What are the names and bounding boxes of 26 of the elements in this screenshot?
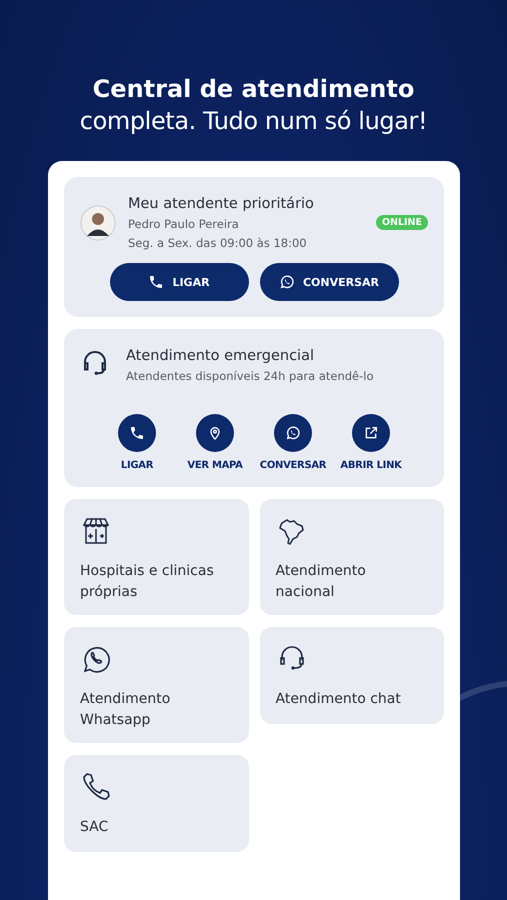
phone-icon bbox=[129, 425, 145, 441]
whatsapp-icon bbox=[278, 274, 295, 290]
action-button[interactable]: CONVERSAR bbox=[257, 414, 329, 471]
service-tile[interactable]: Hospitais e clinicas próprias bbox=[64, 499, 248, 615]
service-tile[interactable]: SAC bbox=[64, 755, 248, 852]
action-button[interactable]: LIGAR bbox=[101, 414, 173, 471]
headline-title: Central de atendimento bbox=[92, 74, 416, 105]
call-button[interactable]: LIGAR bbox=[110, 263, 248, 301]
service-tile[interactable]: Atendimento nacional bbox=[260, 499, 444, 615]
card-subtitle: Atendentes disponíveis 24h para atendê-lo bbox=[126, 368, 374, 385]
service-tile[interactable]: Atendimento Whatsapp bbox=[64, 627, 248, 743]
card-title: Atendimento emergencial bbox=[126, 347, 315, 366]
external-link-icon bbox=[363, 425, 379, 441]
phone-icon bbox=[80, 771, 112, 803]
avatar bbox=[80, 205, 116, 241]
attendant-name: Pedro Paulo Pereira bbox=[128, 216, 240, 233]
whatsapp-icon bbox=[285, 425, 301, 441]
status-badge: ONLINE bbox=[376, 215, 428, 230]
chat-button[interactable]: CONVERSAR bbox=[260, 263, 398, 301]
phone-icon bbox=[148, 274, 164, 290]
card-title: Meu atendente prioritário bbox=[128, 195, 315, 214]
service-tile[interactable]: Atendimento chat bbox=[260, 627, 444, 724]
action-button[interactable]: ABRIR LINK bbox=[335, 414, 407, 471]
action-button[interactable]: VER MAPA bbox=[179, 414, 251, 471]
headline-subtitle: completa. Tudo num só lugar! bbox=[78, 106, 428, 137]
attendant-hours: Seg. a Sex. das 09:00 às 18:00 bbox=[128, 235, 308, 252]
